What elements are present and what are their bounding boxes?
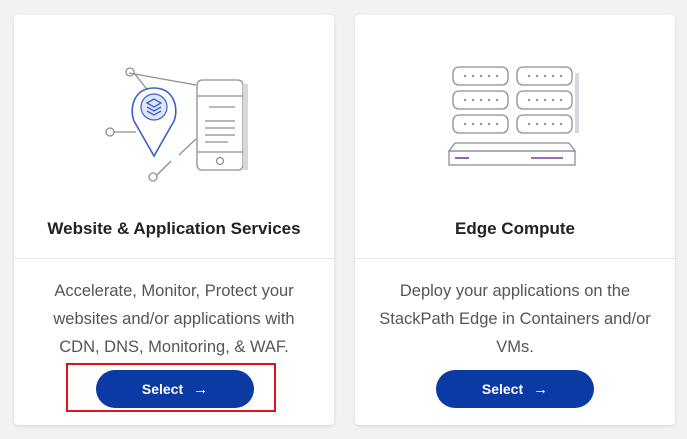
card-title: Website & Application Services	[47, 219, 301, 238]
select-button[interactable]: Select →	[436, 370, 594, 408]
card-header: Edge Compute	[355, 15, 675, 258]
card-description: Accelerate, Monitor, Protect your websit…	[53, 282, 295, 356]
arrow-right-icon: →	[533, 380, 549, 398]
highlight-box	[66, 363, 276, 412]
card-description: Deploy your applications on the StackPat…	[379, 282, 651, 356]
card-header: Website & Application Services	[14, 15, 334, 258]
edge-compute-card: Edge Compute Deploy your applications on…	[355, 15, 675, 425]
website-services-icon	[105, 67, 248, 182]
card-title: Edge Compute	[455, 219, 575, 238]
divider	[355, 258, 675, 259]
divider	[14, 258, 334, 259]
edge-compute-servers-icon	[447, 66, 579, 166]
select-button-label: Select	[481, 381, 524, 397]
